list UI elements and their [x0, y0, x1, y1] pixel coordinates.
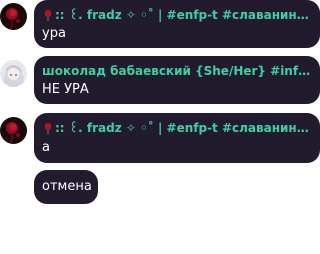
- anime-girl-avatar-icon: [0, 60, 27, 87]
- rose-emoji-icon: [44, 123, 52, 134]
- rose-avatar-icon: [0, 117, 27, 144]
- rose-emoji-icon: [44, 10, 52, 21]
- message-text: а: [42, 140, 50, 155]
- sender-name[interactable]: :: ꒰. fradz ✧ ◦˚ | #enfp-t #славаниндзя.…: [42, 120, 314, 136]
- sender-name[interactable]: :: ꒰. fradz ✧ ◦˚ | #enfp-t #славаниндзя.…: [42, 7, 314, 23]
- sender-avatar[interactable]: [0, 117, 27, 144]
- sender-avatar[interactable]: [0, 60, 27, 87]
- rose-avatar-icon: [0, 3, 27, 30]
- message-bubble[interactable]: шоколад бабаевский {She/Her} #infj-t #9.…: [34, 56, 320, 104]
- message-bubble[interactable]: :: ꒰. fradz ✧ ◦˚ | #enfp-t #славаниндзя.…: [34, 113, 320, 163]
- message-text: НЕ УРА: [42, 82, 89, 97]
- message-bubble[interactable]: :: ꒰. fradz ✧ ◦˚ | #enfp-t #славаниндзя.…: [34, 0, 320, 48]
- message-bubble[interactable]: отмена: [34, 170, 98, 204]
- message-text: отмена: [42, 179, 92, 194]
- sender-name[interactable]: шоколад бабаевский {She/Her} #infj-t #9.…: [42, 63, 314, 79]
- message-text: ура: [42, 26, 66, 41]
- sender-avatar[interactable]: [0, 3, 27, 30]
